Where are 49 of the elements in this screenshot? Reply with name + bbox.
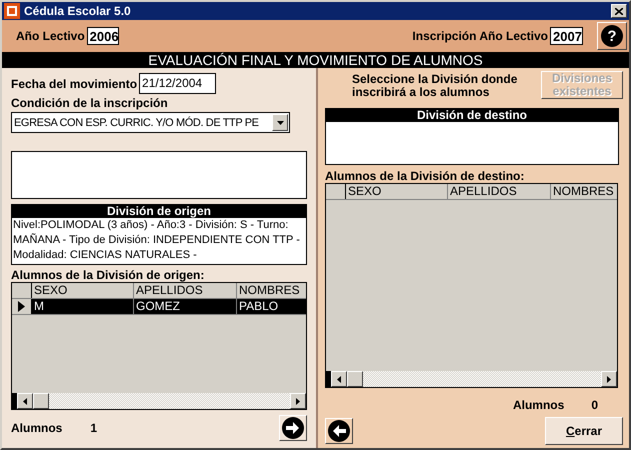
date-label: Fecha del movimiento [11,76,138,90]
help-button[interactable]: ? [597,22,627,50]
move-right-button[interactable] [279,415,307,441]
scroll-left-button[interactable] [331,371,347,387]
destination-students-label: Alumnos de la División de destino: [325,169,526,183]
scroll-right-button[interactable] [290,393,306,409]
left-arrow-icon [337,376,341,382]
students-count-label: Alumnos [512,398,564,412]
date-field[interactable]: 21/12/2004 [139,73,216,94]
app-icon [4,3,20,19]
scroll-thumb[interactable] [33,393,49,409]
close-button[interactable]: Cerrar [545,417,623,445]
table-cell: PABLO [237,299,306,314]
year-field[interactable]: 2006 [86,27,119,45]
column-header[interactable]: APELLIDOS [448,184,551,199]
students-count: 1 [90,421,98,435]
notes-field[interactable] [11,151,307,199]
scroll-thumb[interactable] [347,371,363,387]
instruction-text: Seleccione la División donde inscribirá a los alumnos [352,73,518,99]
enrollment-year-label: Inscripción Año Lectivo [412,29,548,43]
move-left-button[interactable] [325,418,353,444]
right-arrow-icon [296,398,300,404]
column-header[interactable]: SEXO [32,283,134,298]
destination-division-title: División de destino [326,109,618,122]
dropdown-arrow-icon [276,120,284,124]
section-header: EVALUACIÓN FINAL Y MOVIMIENTO DE ALUMNOS [2,52,629,68]
enrollment-year-field[interactable]: 2007 [550,27,583,45]
close-icon [615,8,623,14]
left-arrow-icon [23,398,27,404]
scroll-left-button[interactable] [17,393,33,409]
year-label: Año Lectivo [16,29,85,43]
window-title: Cédula Escolar 5.0 [24,4,132,18]
table-cell: GOMEZ [134,299,237,314]
row-pointer-icon [18,301,25,312]
origin-students-label: Alumnos de la División de origen: [11,268,206,282]
condition-dropdown[interactable]: EGRESA CON ESP. CURRIC. Y/O MÓD. DE TTP PE [11,112,290,133]
table-cell: M [32,299,134,314]
condition-label: Condición de la inscripción [11,96,169,110]
close-button[interactable] [611,4,627,18]
right-arrow-icon [607,376,611,382]
origin-division-details: Nivel:POLIMODAL (3 años) - Año:3 - División: S - Turno: MAÑANA - Tipo de División: INDEPENDIENTE CON TTP - Modalidad: CIENCIAS NATURALES - [12,218,301,263]
students-count: 0 [591,398,598,412]
column-header[interactable]: SEXO [346,184,448,199]
origin-division-title: División de origen [12,205,306,218]
students-count-label: Alumnos [11,421,62,435]
column-header[interactable]: APELLIDOS [134,283,237,298]
horizontal-scrollbar[interactable] [12,393,306,409]
horizontal-scrollbar[interactable] [326,371,617,387]
scroll-right-button[interactable] [601,371,617,387]
